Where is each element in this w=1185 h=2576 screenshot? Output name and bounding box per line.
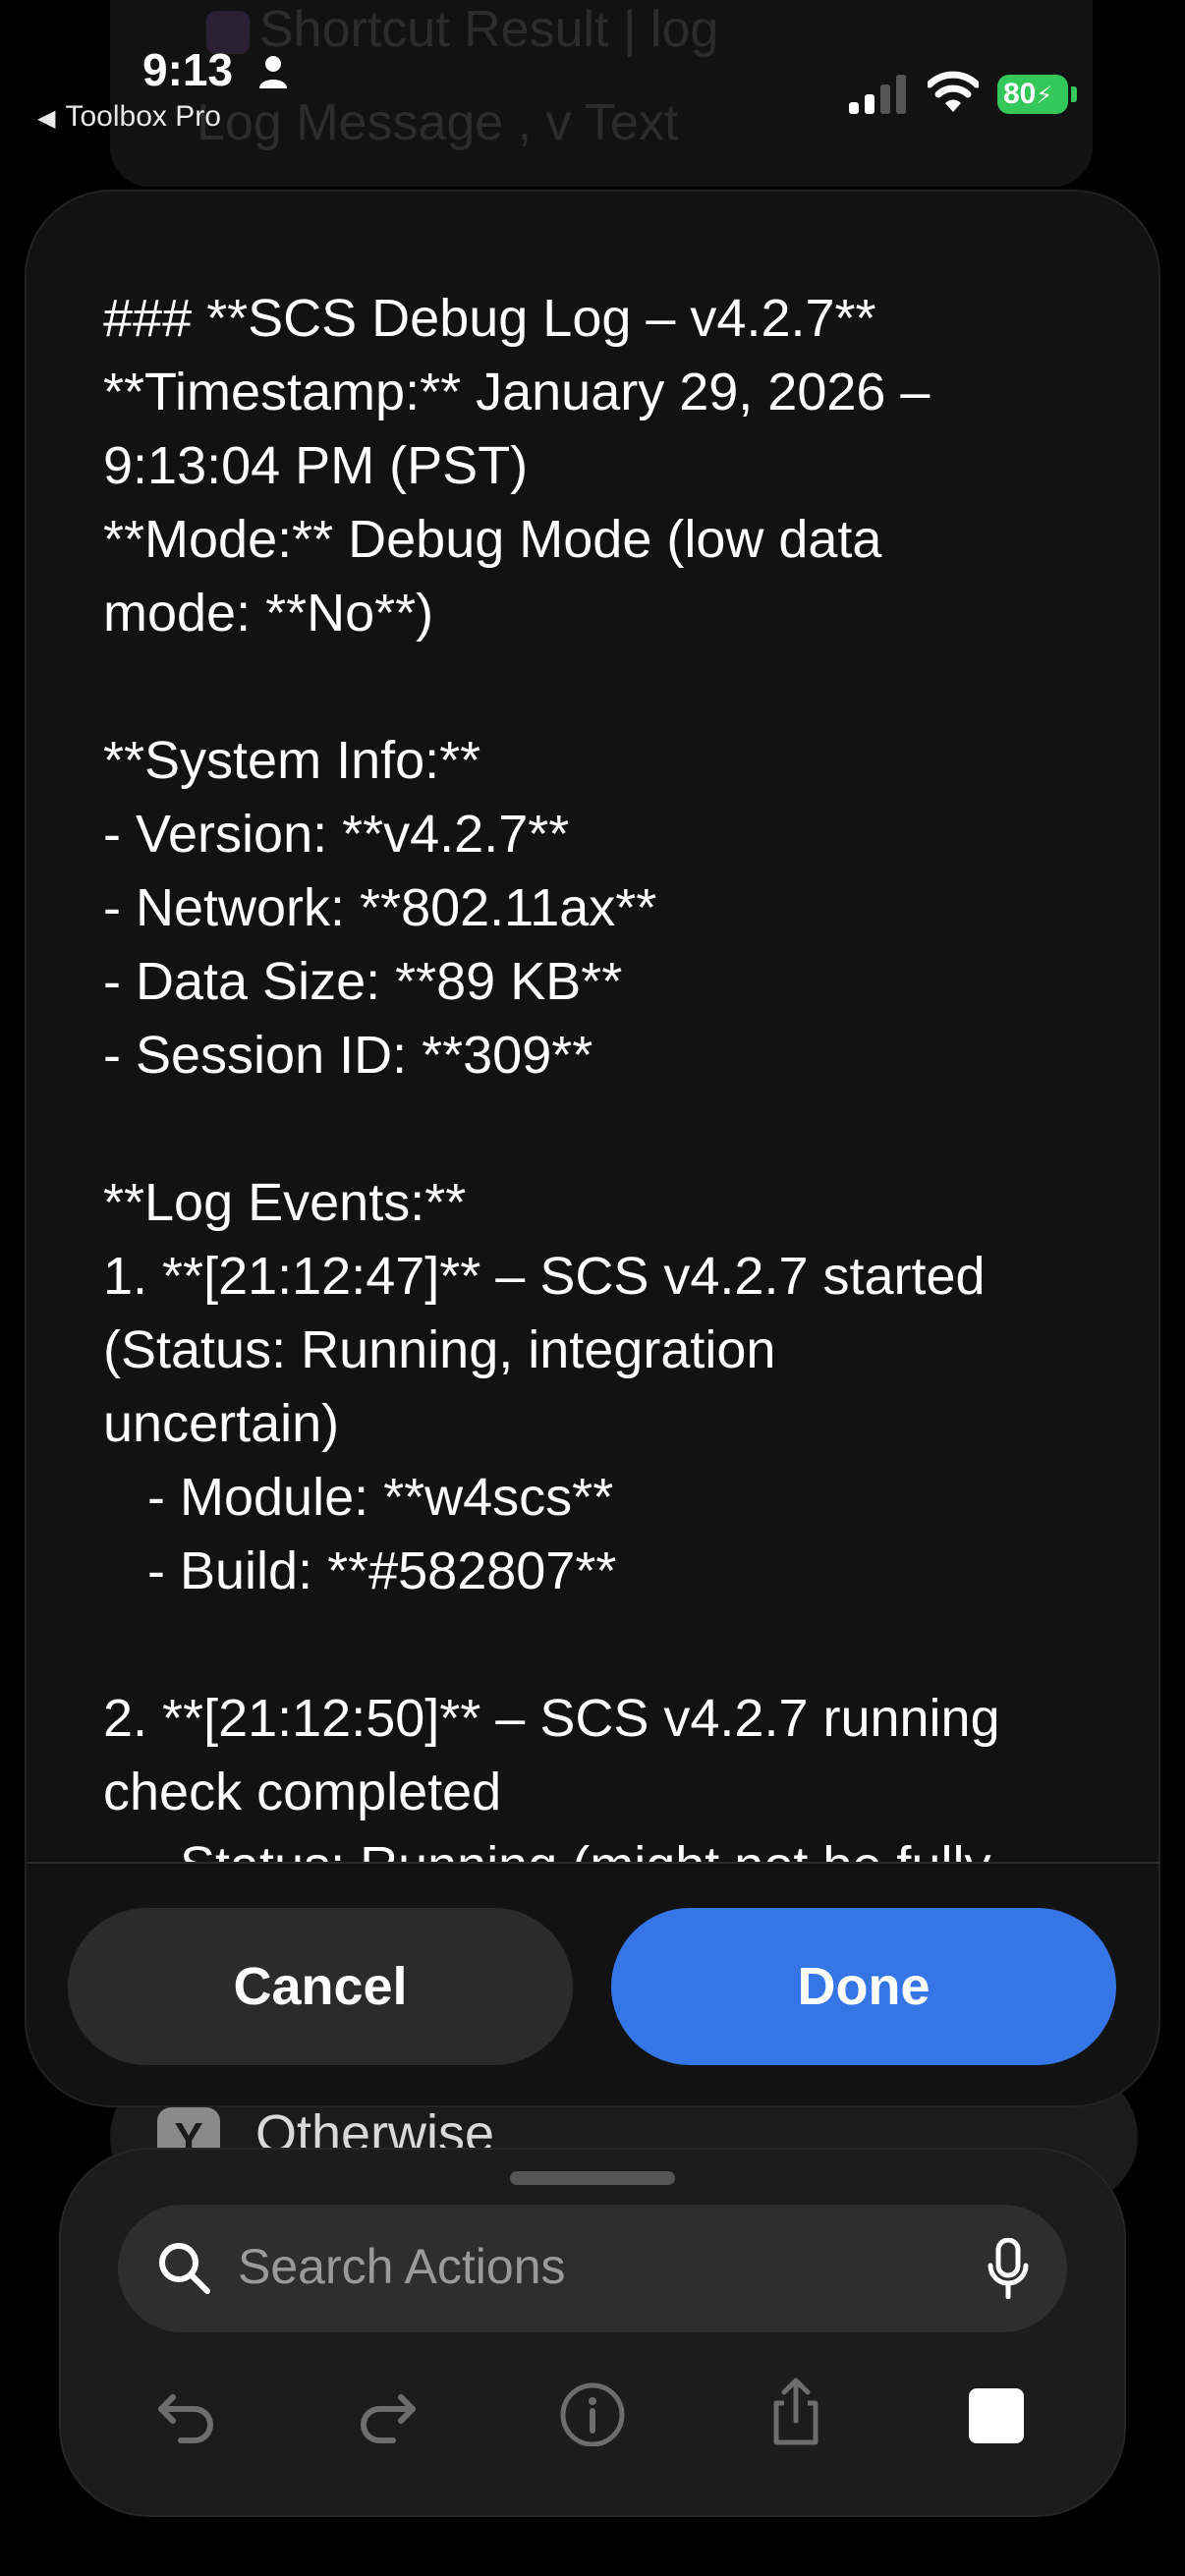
cancel-button[interactable]: Cancel: [68, 1908, 573, 2065]
log-line: 1. **[21:12:47]** – SCS v4.2.7 started: [103, 1247, 986, 1306]
log-line: **Timestamp:** January 29, 2026 –: [103, 363, 931, 421]
log-line: check completed: [103, 1763, 502, 1821]
log-line: - Session ID: **309**: [103, 1026, 593, 1085]
back-arrow-icon: ◀: [37, 105, 56, 132]
log-line: uncertain): [103, 1394, 340, 1453]
log-line: ### **SCS Debug Log – v4.2.7**: [103, 289, 876, 348]
wifi-icon: [928, 71, 979, 112]
log-line: - Status: Running (might not be fully: [103, 1829, 1000, 1862]
done-button[interactable]: Done: [611, 1908, 1116, 2065]
undo-icon[interactable]: [151, 2376, 222, 2446]
log-line: 9:13:04 PM (PST): [103, 436, 529, 495]
charging-bolt-icon: ⚡: [1036, 83, 1053, 109]
stop-icon[interactable]: [969, 2388, 1024, 2443]
status-bar: 9:13 ◀ Toolbox Pro 80⚡: [0, 0, 1185, 147]
log-line: - Build: **#582807**: [103, 1541, 617, 1600]
log-line: --: [103, 192, 1000, 208]
log-line: (Status: Running, integration: [103, 1320, 776, 1379]
back-app-label: Toolbox Pro: [65, 100, 221, 133]
redo-icon[interactable]: [352, 2376, 423, 2446]
search-icon: [159, 2243, 210, 2294]
battery-cap: [1071, 86, 1077, 102]
log-line: - Data Size: **89 KB**: [103, 952, 623, 1011]
battery-level: 80: [1003, 78, 1037, 110]
microphone-icon[interactable]: [987, 2238, 1030, 2299]
search-actions-field[interactable]: Search Actions: [118, 2205, 1067, 2332]
log-line: **Mode:** Debug Mode (low data: [103, 510, 882, 569]
person-icon: [259, 56, 287, 88]
battery-indicator: 80⚡: [997, 75, 1068, 114]
log-line: 2. **[21:12:50]** – SCS v4.2.7 running: [103, 1689, 1000, 1748]
log-line: - Module: **w4scs**: [103, 1468, 614, 1527]
log-line: - Network: **802.11ax**: [103, 878, 657, 937]
text-result-sheet: -- ### **SCS Debug Log – v4.2.7** **Times…: [27, 192, 1158, 2105]
log-line: **System Info:**: [103, 731, 481, 790]
log-lines: -- ### **SCS Debug Log – v4.2.7** **Times…: [103, 192, 1000, 1862]
share-icon[interactable]: [761, 2376, 831, 2446]
cellular-signal-icon: [849, 75, 906, 114]
sheet-divider: [27, 1862, 1158, 1864]
status-time: 9:13: [142, 44, 234, 95]
search-input[interactable]: Search Actions: [238, 2238, 566, 2295]
back-to-app-link[interactable]: ◀ Toolbox Pro: [37, 100, 221, 134]
log-line: mode: **No**): [103, 584, 434, 643]
log-text-view[interactable]: -- ### **SCS Debug Log – v4.2.7** **Times…: [103, 192, 1105, 1862]
log-line: **Log Events:**: [103, 1173, 467, 1232]
actions-search-panel: Search Actions: [61, 2150, 1124, 2515]
panel-grabber[interactable]: [510, 2171, 675, 2185]
log-line: - Version: **v4.2.7**: [103, 805, 570, 864]
info-icon[interactable]: [557, 2376, 628, 2446]
